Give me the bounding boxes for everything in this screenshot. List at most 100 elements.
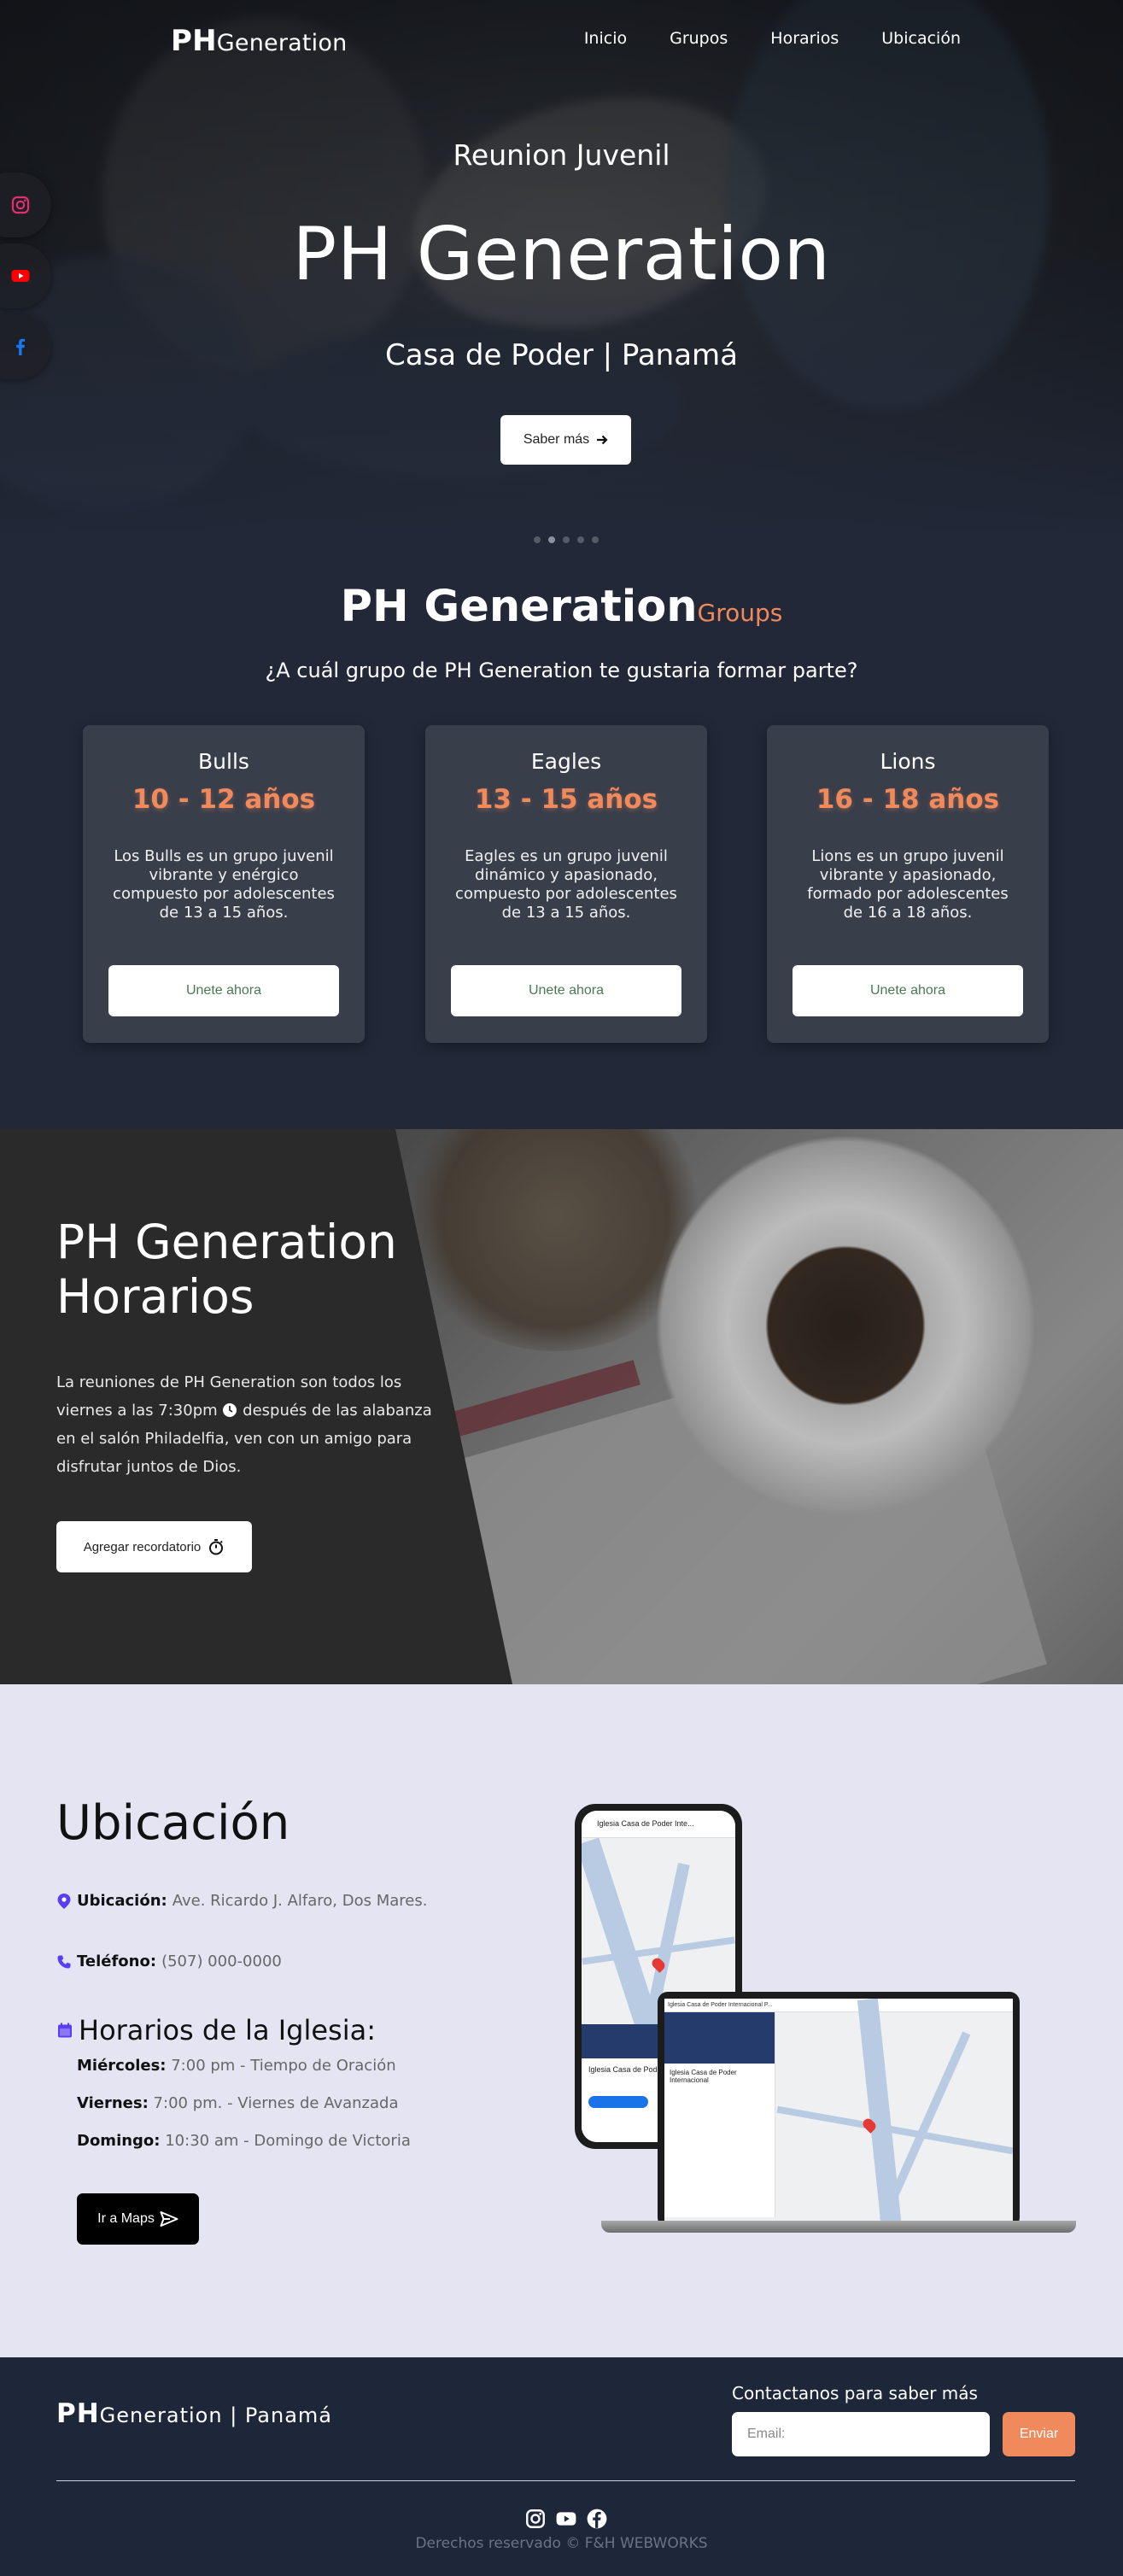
- footer-logo: PHGeneration | Panamá: [56, 2398, 332, 2429]
- hours-row: Viernes: 7:00 pm. - Viernes de Avanzada: [77, 2094, 398, 2112]
- go-to-maps-button[interactable]: Ir a Maps: [77, 2193, 199, 2245]
- hero-section: PHGeneration Inicio Grupos Horarios Ubic…: [0, 0, 1123, 543]
- hours-day: Domingo:: [77, 2132, 161, 2150]
- address-row: Ubicación: Ave. Ricardo J. Alfaro, Dos M…: [56, 1892, 427, 1910]
- group-description: Los Bulls es un grupo juvenil vibrante y…: [113, 847, 335, 922]
- address-value: Ave. Ricardo J. Alfaro, Dos Mares.: [172, 1892, 428, 1910]
- phone-search-bar: Iglesia Casa de Poder Inte...: [582, 1811, 735, 1838]
- group-card-eagles: Eagles 13 - 15 años Eagles es un grupo j…: [425, 725, 707, 1043]
- laptop-map-screen: Iglesia Casa de Poder Internacional P...…: [664, 1999, 1013, 2221]
- carousel-dot[interactable]: [592, 536, 599, 543]
- hours-day: Viernes:: [77, 2094, 149, 2112]
- location-pin-icon: [57, 1893, 71, 1909]
- groups-title: PH GenerationGroups: [0, 582, 1123, 632]
- brand-logo[interactable]: PHGeneration: [171, 24, 347, 58]
- schedule-title-line2: Horarios: [56, 1269, 254, 1324]
- copyright-text: Derechos reservado © F&H WEBWORKS: [415, 2535, 708, 2552]
- contact-heading: Contactanos para saber más: [732, 2383, 978, 2403]
- nav-link-ubicacion[interactable]: Ubicación: [881, 29, 961, 48]
- schedule-title: PH Generation Horarios: [56, 1215, 397, 1324]
- schedule-title-line1: PH Generation: [56, 1215, 397, 1269]
- directions-chip: [588, 2096, 648, 2108]
- youtube-icon[interactable]: [555, 2508, 577, 2530]
- laptop-side-panel: Iglesia Casa de Poder Internacional: [664, 2012, 775, 2217]
- group-name: Eagles: [530, 749, 602, 774]
- hero-title: PH Generation: [292, 212, 831, 297]
- footer-logo-rest: Generation | Panamá: [99, 2403, 333, 2427]
- phone-label: Teléfono:: [77, 1952, 157, 1970]
- clock-icon: [223, 1403, 237, 1417]
- paper-plane-icon: [160, 2211, 178, 2227]
- join-eagles-button[interactable]: Unete ahora: [451, 965, 681, 1016]
- schedule-text: La reuniones de PH Generation son todos …: [56, 1368, 432, 1481]
- nav-link-grupos[interactable]: Grupos: [670, 29, 728, 48]
- laptop-search-bar: Iglesia Casa de Poder Internacional P...: [664, 1999, 1013, 2012]
- church-hours-title-text: Horarios de la Iglesia:: [79, 2014, 376, 2046]
- brand-logo-rest: Generation: [216, 30, 348, 56]
- phone-value: (507) 000-0000: [161, 1952, 282, 1970]
- phone-icon: [57, 1955, 71, 1968]
- group-description: Lions es un grupo juvenil vibrante y apa…: [807, 847, 1009, 922]
- group-age: 13 - 15 años: [474, 784, 658, 815]
- groups-question: ¿A cuál grupo de PH Generation te gustar…: [265, 659, 858, 682]
- hours-time: 7:00 pm - Tiempo de Oración: [171, 2057, 396, 2075]
- carousel-dot[interactable]: [534, 536, 541, 543]
- address-label: Ubicación:: [77, 1892, 167, 1910]
- send-button[interactable]: Enviar: [1003, 2412, 1075, 2456]
- groups-section: PH GenerationGroups ¿A cuál grupo de PH …: [0, 543, 1123, 1129]
- group-name: Bulls: [198, 749, 249, 774]
- join-bulls-button[interactable]: Unete ahora: [108, 965, 339, 1016]
- photo-overlay: [395, 1129, 1123, 1684]
- footer-divider: [56, 2480, 1075, 2481]
- instagram-icon[interactable]: [524, 2508, 547, 2530]
- laptop-place-name: Iglesia Casa de Poder Internacional: [670, 2069, 737, 2084]
- location-section: Ubicación Ubicación: Ave. Ricardo J. Alf…: [0, 1684, 1123, 2357]
- footer-logo-strong: PH: [56, 2398, 100, 2429]
- hours-row: Domingo: 10:30 am - Domingo de Victoria: [77, 2132, 411, 2150]
- group-description: Eagles es un grupo juvenil dinámico y ap…: [455, 847, 677, 922]
- church-hours-title: Horarios de la Iglesia:: [56, 2014, 376, 2046]
- laptop-base: [601, 2221, 1076, 2233]
- add-reminder-button[interactable]: Agregar recordatorio: [56, 1521, 252, 1572]
- carousel-dot[interactable]: [577, 536, 584, 543]
- saber-mas-button[interactable]: Saber más: [500, 415, 631, 465]
- email-input[interactable]: [732, 2412, 990, 2456]
- hours-time: 10:30 am - Domingo de Victoria: [165, 2132, 411, 2150]
- hero-kicker: Reunion Juvenil: [453, 138, 670, 172]
- phone-row: Teléfono: (507) 000-0000: [56, 1952, 282, 1970]
- footer-social-icons: [524, 2508, 608, 2530]
- carousel-dots: [534, 536, 599, 543]
- arrow-right-icon: [597, 435, 608, 445]
- group-age: 10 - 12 años: [132, 784, 316, 815]
- top-nav: PHGeneration Inicio Grupos Horarios Ubic…: [0, 0, 1123, 82]
- hours-day: Miércoles:: [77, 2057, 167, 2075]
- go-to-maps-label: Ir a Maps: [97, 2211, 155, 2226]
- location-title: Ubicación: [56, 1795, 290, 1851]
- carousel-dot[interactable]: [563, 536, 570, 543]
- map-road: [776, 2105, 1013, 2155]
- group-card-lions: Lions 16 - 18 años Lions es un grupo juv…: [767, 725, 1049, 1043]
- schedule-section: PH Generation Horarios La reuniones de P…: [0, 1129, 1123, 1684]
- group-card-bulls: Bulls 10 - 12 años Los Bulls es un grupo…: [83, 725, 365, 1043]
- stopwatch-icon: [209, 1539, 224, 1555]
- nav-link-inicio[interactable]: Inicio: [584, 29, 627, 48]
- facebook-icon[interactable]: [586, 2508, 608, 2530]
- nav-links: Inicio Grupos Horarios Ubicación: [584, 29, 961, 48]
- group-name: Lions: [880, 749, 936, 774]
- add-reminder-label: Agregar recordatorio: [83, 1539, 202, 1554]
- groups-title-suffix: Groups: [697, 599, 783, 627]
- hours-row: Miércoles: 7:00 pm - Tiempo de Oración: [77, 2057, 396, 2075]
- join-lions-button[interactable]: Unete ahora: [793, 965, 1023, 1016]
- laptop-mockup: Iglesia Casa de Poder Internacional P...…: [658, 1992, 1020, 2228]
- carousel-dot-active[interactable]: [548, 536, 555, 543]
- hero-subtitle: Casa de Poder | Panamá: [384, 338, 739, 372]
- group-age: 16 - 18 años: [816, 784, 1000, 815]
- saber-mas-label: Saber más: [523, 432, 590, 447]
- nav-link-horarios[interactable]: Horarios: [770, 29, 839, 48]
- brand-logo-strong: PH: [171, 24, 217, 58]
- laptop-photo: [664, 2012, 775, 2064]
- calendar-icon: [58, 2023, 72, 2038]
- footer: PHGeneration | Panamá Contactanos para s…: [0, 2357, 1123, 2576]
- groups-title-main: PH Generation: [340, 582, 698, 632]
- hours-time: 7:00 pm. - Viernes de Avanzada: [153, 2094, 399, 2112]
